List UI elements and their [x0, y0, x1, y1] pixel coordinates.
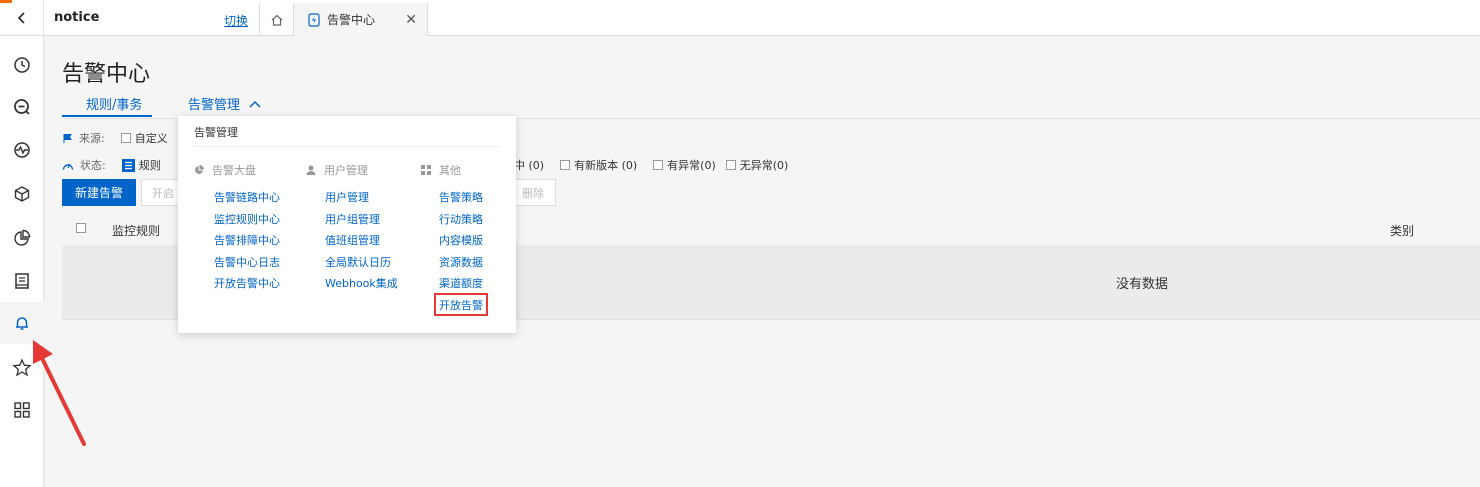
status-filter: 状态: 规则 [62, 157, 161, 173]
new-version-checkbox[interactable] [560, 160, 571, 170]
tab-alert-management[interactable]: 告警管理 [188, 94, 262, 113]
menu-item-troubleshoot-center[interactable]: 告警排障中心 [214, 232, 280, 248]
status-options: 中 (0) 有新版本 (0) 有异常(0) 无异常(0) [514, 157, 788, 173]
back-button[interactable] [0, 0, 44, 36]
tab-rules[interactable]: 规则/事务 [86, 94, 142, 113]
menu-item-resource-data[interactable]: 资源数据 [439, 254, 483, 270]
list-icon [121, 158, 135, 172]
create-alert-button[interactable]: 新建告警 [62, 179, 136, 206]
menu-item-channel-quota[interactable]: 渠道额度 [439, 275, 483, 291]
menu-item-link-center[interactable]: 告警链路中心 [214, 189, 280, 205]
delete-button[interactable]: 删除 [510, 179, 556, 206]
normal-checkbox[interactable] [725, 160, 736, 170]
column-title-text: 用户管理 [324, 164, 368, 177]
chevron-left-icon [17, 12, 25, 24]
sidebar-item-history[interactable] [0, 44, 44, 86]
book-icon [15, 273, 29, 289]
column-category: 类别 [1390, 224, 1415, 238]
tab-alert-management-label: 告警管理 [188, 98, 241, 113]
abnormal-label: 有异常(0) [667, 159, 716, 172]
red-arrow-annotation [33, 340, 86, 446]
sidebar-item-resources[interactable] [0, 173, 44, 215]
column-title-text: 告警大盘 [212, 164, 256, 177]
switch-link[interactable]: 切换 [224, 12, 248, 29]
grid-icon [421, 165, 431, 175]
gauge-icon [62, 163, 74, 170]
sidebar-item-docs[interactable] [0, 260, 44, 302]
column-rule: 监控规则 [112, 224, 161, 238]
app-name: notice [54, 10, 100, 25]
home-icon [271, 14, 282, 26]
column-title-users: 用户管理 [306, 162, 368, 178]
menu-item-webhook[interactable]: Webhook集成 [325, 275, 398, 291]
sidebar-item-dashboard[interactable] [0, 217, 44, 259]
close-icon[interactable]: ✕ [405, 12, 417, 28]
menu-item-action-policy[interactable]: 行动策略 [439, 211, 483, 227]
new-version-label: 有新版本 (0) [574, 159, 638, 172]
menu-item-center-log[interactable]: 告警中心日志 [214, 254, 280, 270]
dropdown-title: 告警管理 [194, 126, 238, 139]
menu-item-default-calendar[interactable]: 全局默认日历 [325, 254, 391, 270]
page-title: 告警中心 [62, 62, 151, 87]
active-tab-indicator [62, 115, 152, 117]
bell-bolt-icon [308, 12, 320, 27]
pie-chart-icon [195, 165, 204, 174]
divider [194, 146, 500, 147]
tab-label: 告警中心 [327, 13, 376, 27]
abnormal-checkbox[interactable] [653, 160, 664, 170]
status-rules-label: 规则 [138, 159, 161, 172]
column-title-other: 其他 [421, 162, 461, 178]
chevron-up-icon [249, 100, 261, 108]
sidebar-item-search[interactable] [0, 86, 44, 128]
menu-item-content-template[interactable]: 内容模版 [439, 232, 483, 248]
status-label: 状态: [80, 159, 106, 172]
column-title-dashboard: 告警大盘 [194, 162, 256, 178]
user-icon [306, 165, 316, 175]
top-bar: notice 切换 告警中心 ✕ [0, 0, 1480, 36]
highlight-box [434, 293, 488, 316]
select-all-checkbox[interactable] [76, 223, 86, 233]
alert-management-dropdown: 告警管理 告警大盘 用户管理 其他 告警链路中心 监控规则中心 告警排障中心 告… [178, 116, 516, 333]
clock-icon [14, 57, 30, 73]
search-icon [14, 99, 30, 115]
normal-label: 无异常(0) [739, 159, 789, 172]
status-running-count: 中 (0) [514, 159, 545, 172]
column-title-text: 其他 [439, 164, 461, 177]
cube-icon [14, 186, 30, 202]
menu-item-user-group[interactable]: 用户组管理 [325, 211, 380, 227]
source-custom-label: 自定义 [134, 132, 168, 145]
menu-item-user-management[interactable]: 用户管理 [325, 189, 369, 205]
menu-item-rule-center[interactable]: 监控规则中心 [214, 211, 280, 227]
flag-icon [63, 133, 72, 143]
sidebar-item-monitor[interactable] [0, 129, 44, 171]
menu-item-alert-policy[interactable]: 告警策略 [439, 189, 483, 205]
source-label: 来源: [79, 132, 105, 145]
empty-state: 没有数据 [1116, 277, 1169, 292]
menu-item-oncall-group[interactable]: 值班组管理 [325, 232, 380, 248]
monitor-icon [14, 142, 30, 158]
bell-icon [16, 317, 28, 330]
menu-item-open-alert-center[interactable]: 开放告警中心 [214, 275, 280, 291]
source-custom-checkbox[interactable] [120, 133, 131, 143]
home-tab[interactable] [259, 3, 294, 36]
pie-chart-icon [14, 229, 31, 246]
tab-alert-center[interactable]: 告警中心 ✕ [294, 3, 428, 36]
source-filter: 来源: 自定义 [62, 130, 168, 146]
